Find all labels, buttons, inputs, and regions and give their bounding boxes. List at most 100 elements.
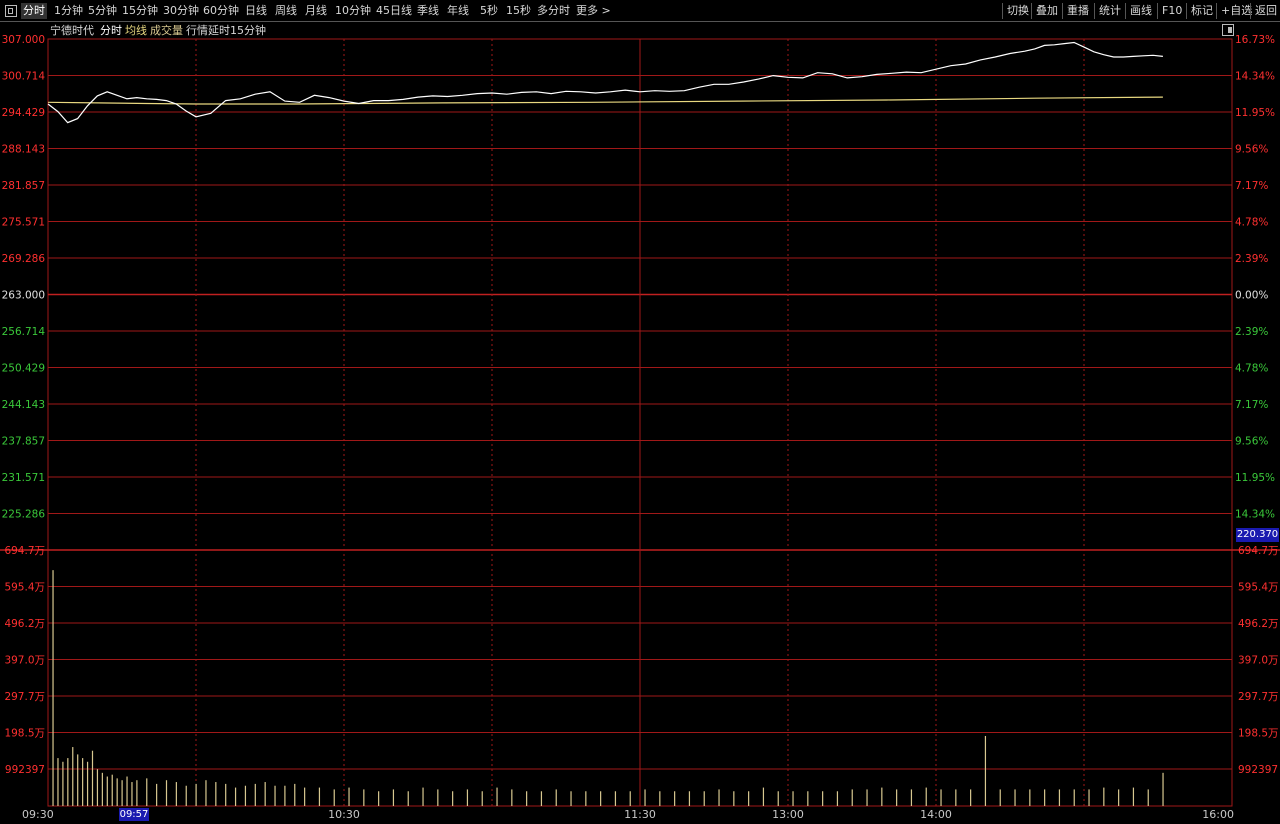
price-line [47,41,1163,124]
tab-1min[interactable]: 1分钟 [54,3,83,19]
volume-tick-left: 297.7万 [4,691,45,703]
price-tick-left: 281.857 [2,180,45,192]
volume-bars [52,570,1164,806]
f10-button[interactable]: F10 [1157,3,1182,19]
volume-tick-left: 992397 [5,764,45,776]
volume-bar [614,791,617,806]
tab-monthly[interactable]: 月线 [305,3,327,19]
volume-bar [294,783,296,806]
price-tick-left: 237.857 [2,436,45,448]
pct-tick-right: 9.56% [1235,144,1268,156]
volume-tick-right: 297.7万 [1238,691,1279,703]
volume-tick-right: 397.0万 [1238,655,1279,667]
period-toolbar: 分时 1分钟 5分钟 15分钟 30分钟 60分钟 日线 周线 月线 10分钟 … [0,0,1280,22]
avg-line-label: 均线 [125,24,147,37]
volume-bar [925,787,927,806]
panel-toggle-icon[interactable] [1222,24,1234,38]
time-tick: 09:30 [22,808,54,821]
time-tick: 11:30 [624,808,656,821]
volume-bar [1073,789,1075,806]
tab-yearly[interactable]: 年线 [447,3,469,19]
volume-bar [570,791,572,806]
pct-tick-right: 0.00% [1235,290,1268,302]
volume-bar [1103,787,1105,806]
tab-multi-day[interactable]: 多分时 [537,3,570,19]
volume-bar [131,782,133,806]
volume-bar [86,761,89,806]
volume-bar [511,789,513,806]
avg-line [47,96,1163,105]
volume-bar [555,789,557,806]
volume-bar [984,735,987,806]
volume-bar [264,782,266,806]
tab-60min[interactable]: 60分钟 [203,3,239,19]
volume-bar [318,787,321,806]
pct-tick-right: 14.34% [1235,71,1275,83]
volume-bar [881,787,883,806]
tab-quarterly[interactable]: 季线 [417,3,439,19]
price-tick-left: 288.143 [2,144,45,156]
volume-bar [96,769,99,806]
volume-bar [748,791,750,806]
volume-bar [304,787,306,806]
volume-tick-left: 198.5万 [4,728,45,740]
volume-bar [225,783,227,806]
tab-weekly[interactable]: 周线 [275,3,297,19]
volume-bar [733,791,735,806]
volume-bar [72,747,74,806]
volume-bar [718,789,720,806]
tab-15sec[interactable]: 15秒 [506,3,531,19]
volume-bar [407,791,409,806]
volume-bar [165,780,168,806]
volume-bar [284,785,286,806]
volume-bar [674,791,676,806]
avg-line-series [47,96,1163,105]
draw-line-button[interactable]: 画线 [1125,3,1152,19]
tab-30min[interactable]: 30分钟 [163,3,199,19]
volume-bar [185,785,187,806]
tab-fenshi[interactable]: 分时 [21,3,47,19]
tab-5sec[interactable]: 5秒 [480,3,498,19]
volume-bar [215,782,217,806]
tab-45day[interactable]: 45日线 [376,3,412,19]
tab-daily[interactable]: 日线 [245,3,267,19]
volume-bar [688,791,691,806]
volume-bar [1162,772,1164,806]
price-tick-left: 250.429 [2,363,45,375]
pct-tick-right: 2.39% [1235,253,1268,265]
volume-tick-left: 595.4万 [4,582,45,594]
volume-bar [156,783,158,806]
switch-button[interactable]: 切换 [1002,3,1029,19]
time-tick: 16:00 [1202,808,1234,821]
replay-button[interactable]: 重播 [1062,3,1089,19]
tab-15min[interactable]: 15分钟 [122,3,158,19]
mark-button[interactable]: 标记 [1186,3,1213,19]
price-tick-left: 263.000 [2,290,45,302]
tab-5min[interactable]: 5分钟 [88,3,117,19]
volume-bar [1044,789,1046,806]
statistics-button[interactable]: 统计 [1094,3,1121,19]
volume-bar [807,791,809,806]
menu-square-icon[interactable] [4,3,18,19]
tab-10min[interactable]: 10分钟 [335,3,371,19]
volume-bar [703,791,705,806]
overlay-button[interactable]: 叠加 [1031,3,1058,19]
tab-more[interactable]: 更多 > [576,3,611,19]
price-tick-left: 294.429 [2,107,45,119]
pct-tick-right: 4.78% [1235,363,1268,375]
intraday-chart[interactable]: 307.000 16.73% 300.714 14.34% 294.429 11.95% 2… [0,0,1280,824]
volume-bar [866,789,868,806]
volume-tick-left: 397.0万 [4,655,45,667]
volume-bar [629,791,631,806]
volume-bar [777,791,779,806]
chart-frame [47,38,1233,807]
price-tick-left: 269.286 [2,253,46,265]
volume-bar [585,791,587,806]
stock-name: 宁德时代 [50,24,94,37]
volume-bar [999,789,1001,806]
add-watchlist-button[interactable]: +自选 [1216,3,1252,19]
volume-bar [136,780,138,806]
volume-bar [836,791,839,806]
volume-bar [600,791,602,806]
back-button[interactable]: 返回 [1250,3,1277,19]
